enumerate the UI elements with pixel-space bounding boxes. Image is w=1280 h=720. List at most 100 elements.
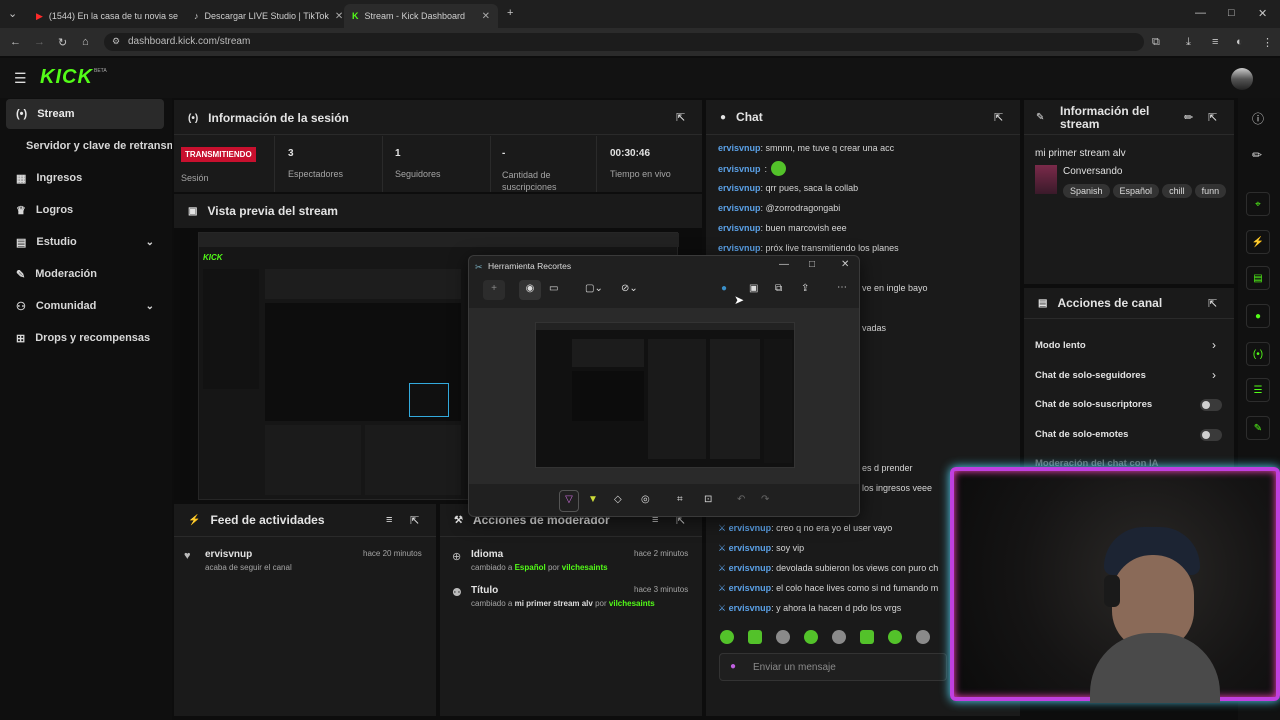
camera-icon[interactable]: ◉ [519, 280, 541, 300]
chat-username[interactable]: ervisvnup [718, 203, 761, 213]
timer-icon[interactable]: ⊘⌄ [621, 283, 638, 294]
share-icon[interactable]: ⇪ [801, 283, 809, 294]
emote-icon[interactable] [748, 630, 762, 644]
emote-icon[interactable] [804, 630, 818, 644]
sidebar-item-ingresos[interactable]: ▦ Ingresos [6, 163, 164, 193]
profile-icon[interactable]: ◐ [1236, 36, 1243, 48]
sidebar-item-comunidad[interactable]: ⚇ Comunidad ⌄ [6, 291, 164, 321]
minimize-icon[interactable]: — [779, 259, 789, 270]
popout-icon[interactable]: ⇱ [1208, 297, 1217, 310]
hamburger-icon[interactable]: ☰ [14, 70, 27, 87]
redo-icon[interactable]: ↷ [761, 494, 769, 505]
category-name[interactable]: Conversando [1063, 166, 1122, 177]
highlighter-icon[interactable]: ▼ [588, 494, 598, 505]
undo-icon[interactable]: ↶ [737, 494, 745, 505]
avatar[interactable] [1231, 68, 1253, 90]
kick-logo[interactable]: KICK [40, 66, 93, 89]
media-icon[interactable]: ≡ [1212, 36, 1218, 48]
tab-tiktok[interactable]: ♪ Descargar LIVE Studio | TikTok ✕ [186, 4, 342, 28]
more-icon[interactable]: ⋯ [837, 282, 847, 293]
chat-username[interactable]: ervisvnup [718, 223, 761, 233]
sidebar-item-estudio[interactable]: ▤ Estudio ⌄ [6, 227, 164, 257]
extensions-icon[interactable]: ⧉ [1152, 36, 1160, 49]
reload-icon[interactable]: ↻ [58, 36, 67, 49]
tab-kick[interactable]: K Stream - Kick Dashboard ✕ [344, 4, 498, 28]
save-icon[interactable]: ▣ [749, 283, 758, 294]
text-actions-icon[interactable]: ⊡ [704, 494, 712, 505]
chat-input[interactable]: ● Enviar un mensaje [719, 653, 947, 681]
video-record-icon[interactable]: ▭ [549, 283, 558, 294]
chat-username[interactable]: ervisvnup [729, 543, 772, 553]
emote-icon[interactable] [776, 630, 790, 644]
close-icon[interactable]: ✕ [335, 11, 342, 22]
sidebar-item-stream[interactable]: (•) Stream [6, 99, 164, 129]
eraser-icon[interactable]: ◇ [614, 494, 622, 505]
chat-username[interactable]: ervisvnup [729, 563, 772, 573]
close-window-icon[interactable]: ✕ [1258, 7, 1267, 20]
popout-icon[interactable]: ⇱ [676, 111, 685, 124]
chat-username[interactable]: ervisvnup [729, 603, 772, 613]
microphone-icon[interactable]: ● [730, 661, 736, 672]
bolt-icon[interactable]: ⚡ [1246, 230, 1270, 254]
chat-username[interactable]: ervisvnup [718, 243, 761, 253]
close-icon[interactable]: ✕ [482, 11, 490, 22]
sidebar-item-logros[interactable]: ♛ Logros [6, 195, 164, 225]
crop-icon[interactable]: ⌗ [677, 494, 683, 505]
home-icon[interactable]: ⌂ [82, 36, 89, 48]
emote-icon[interactable] [888, 630, 902, 644]
forward-icon[interactable]: → [34, 36, 45, 48]
emote-icon[interactable] [916, 630, 930, 644]
chat-username[interactable]: ervisvnup [718, 183, 761, 193]
new-snip-icon[interactable]: + [483, 280, 505, 300]
tag-pill[interactable]: chill [1162, 184, 1192, 198]
minimize-icon[interactable]: — [1195, 7, 1206, 19]
settings-icon[interactable]: ☰ [1246, 378, 1270, 402]
site-info-icon[interactable]: ⚙ [112, 36, 120, 47]
chat-icon[interactable]: ● [1246, 304, 1270, 328]
subs-only-toggle[interactable] [1200, 399, 1222, 411]
maximize-icon[interactable]: □ [809, 259, 815, 270]
maximize-icon[interactable]: □ [1228, 7, 1235, 19]
tag-pill[interactable]: Español [1112, 184, 1160, 198]
emote-icon[interactable] [860, 630, 874, 644]
snip-canvas[interactable] [469, 308, 859, 484]
focus-icon[interactable]: ⌖ [1246, 192, 1270, 216]
activity-user[interactable]: ervisvnup [205, 549, 252, 560]
sidebar-item-drops[interactable]: ⊞ Drops y recompensas [6, 323, 164, 353]
chat-username[interactable]: ervisvnup [718, 143, 761, 153]
url-field[interactable]: ⚙ dashboard.kick.com/stream [104, 33, 1144, 51]
menu-icon[interactable]: ⋮ [1262, 36, 1273, 49]
popout-icon[interactable]: ⇱ [410, 514, 419, 527]
chat-username[interactable]: ervisvnup [729, 583, 772, 593]
emote-icon[interactable] [720, 630, 734, 644]
slow-mode-label[interactable]: Modo lento [1035, 340, 1086, 351]
chat-username[interactable]: ervisvnup [718, 164, 761, 174]
tag-pill[interactable]: Spanish [1063, 184, 1110, 198]
sidebar-item-server-key[interactable]: Servidor y clave de retransmisión [6, 131, 172, 161]
followers-only-label[interactable]: Chat de solo-seguidores [1035, 370, 1146, 381]
download-icon[interactable]: ⤓ [1186, 36, 1191, 49]
modaction-user[interactable]: vilchesaints [562, 563, 608, 572]
chat-username[interactable]: ervisvnup [729, 523, 772, 533]
popout-icon[interactable]: ⇱ [994, 111, 1003, 124]
new-tab-icon[interactable]: + [507, 7, 513, 19]
copy-icon[interactable]: ⧉ [775, 283, 782, 294]
edit-paint-icon[interactable]: ● [721, 283, 727, 294]
emote-icon[interactable] [832, 630, 846, 644]
close-icon[interactable]: ✕ [841, 259, 849, 270]
sidebar-item-moderacion[interactable]: ✎ Moderación [6, 259, 164, 289]
wrench-icon[interactable]: ✎ [1246, 416, 1270, 440]
tab-youtube[interactable]: ▶ (1544) En la casa de tu novia se ✕ [28, 4, 178, 28]
shapes-icon[interactable]: ◎ [641, 494, 650, 505]
pen-icon[interactable]: ▽ [559, 490, 579, 512]
tag-pill[interactable]: funn [1194, 184, 1227, 198]
chevron-right-icon[interactable]: › [1212, 368, 1216, 382]
filter-icon[interactable]: ≡ [386, 514, 392, 526]
broadcast-icon[interactable]: (•) [1246, 342, 1270, 366]
modaction-user[interactable]: vilchesaints [609, 599, 655, 608]
chevron-right-icon[interactable]: › [1212, 338, 1216, 352]
snip-mode-icon[interactable]: ▢⌄ [585, 283, 603, 294]
info-icon[interactable]: ⓘ [1252, 110, 1264, 127]
edit-icon[interactable]: ✏ [1252, 148, 1262, 162]
emotes-only-toggle[interactable] [1200, 429, 1222, 441]
